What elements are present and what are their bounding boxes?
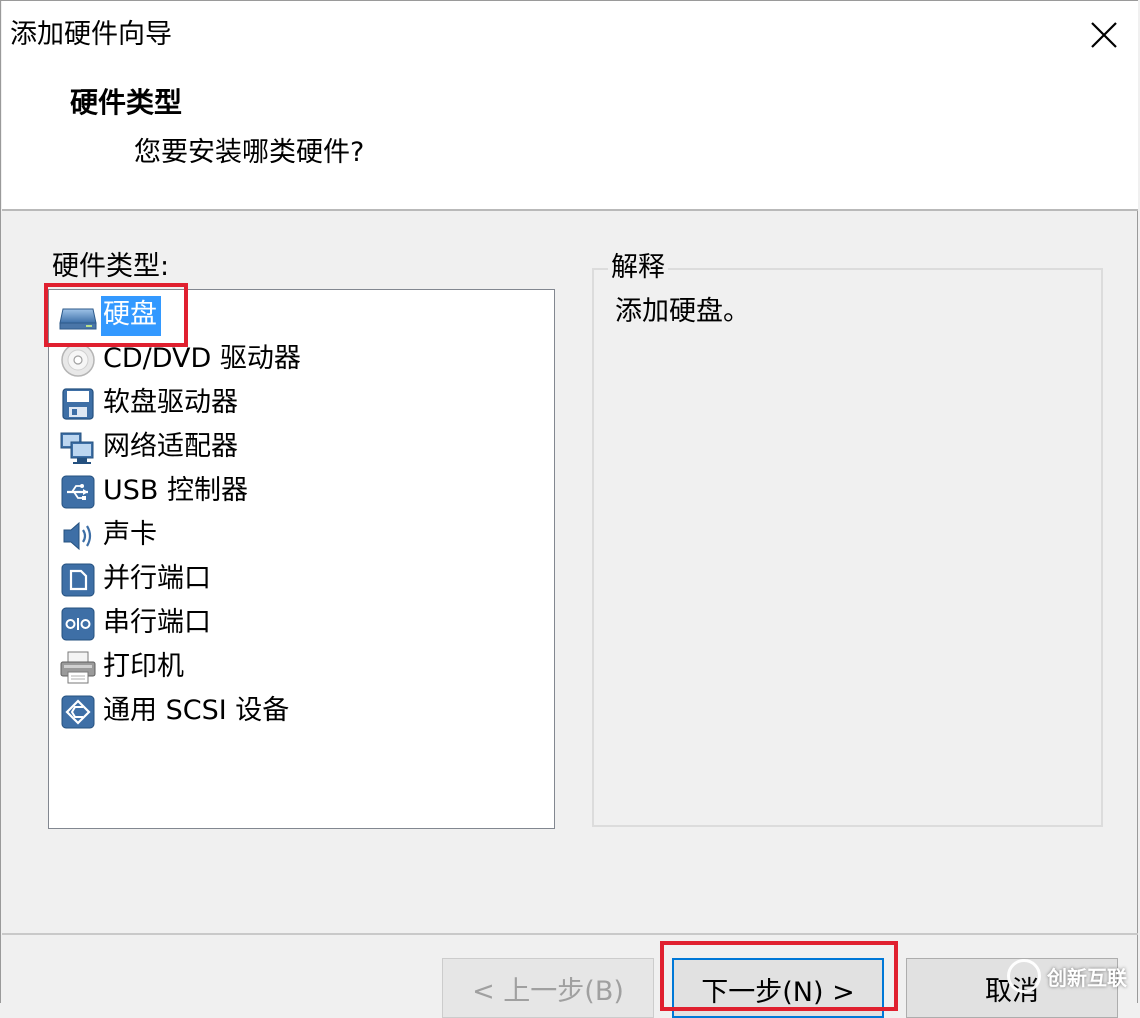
close-button[interactable] xyxy=(1070,1,1138,69)
next-button[interactable]: 下一步(N) > xyxy=(672,958,884,1018)
cd-dvd-icon xyxy=(57,340,99,380)
list-item-printer[interactable]: 打印机 xyxy=(57,646,188,690)
window-title: 添加硬件向导 xyxy=(10,19,172,50)
add-hardware-wizard-window: 添加硬件向导 硬件类型 您要安装哪类硬件? 硬件类型: 硬盘 CD/DVD 驱动… xyxy=(0,0,1138,1018)
list-item-usb-controller[interactable]: USB 控制器 xyxy=(57,470,252,514)
list-item-label: 硬盘 xyxy=(101,296,161,336)
title-bar: 添加硬件向导 xyxy=(2,1,1138,69)
printer-icon xyxy=(57,648,99,688)
list-item-label: 串行端口 xyxy=(103,607,211,638)
explanation-text: 添加硬盘。 xyxy=(615,296,750,327)
hard-disk-icon xyxy=(57,296,99,336)
serial-port-icon xyxy=(57,604,99,644)
watermark-text: 创新互联 xyxy=(1047,965,1127,990)
list-item-floppy[interactable]: 软盘驱动器 xyxy=(57,382,242,426)
back-button[interactable]: < 上一步(B) xyxy=(442,958,654,1018)
list-item-hard-disk[interactable]: 硬盘 xyxy=(57,294,161,338)
list-item-serial-port[interactable]: 串行端口 xyxy=(57,602,215,646)
watermark: 创新互联 xyxy=(1007,959,1127,993)
list-item-label: 声卡 xyxy=(103,519,157,550)
wizard-header: 硬件类型 您要安装哪类硬件? xyxy=(2,69,1138,211)
footer-divider xyxy=(2,933,1138,935)
list-item-scsi-device[interactable]: 通用 SCSI 设备 xyxy=(57,690,293,734)
list-item-label: USB 控制器 xyxy=(103,475,249,506)
watermark-logo-icon xyxy=(1007,959,1041,993)
list-item-label: 网络适配器 xyxy=(103,431,238,462)
explanation-groupbox xyxy=(592,268,1103,827)
hardware-type-list[interactable]: 硬盘 CD/DVD 驱动器 软盘驱动器 网络适配器 USB 控制器 声卡 并行端… xyxy=(48,289,555,829)
list-item-sound-card[interactable]: 声卡 xyxy=(57,514,161,558)
explanation-legend: 解释 xyxy=(608,251,668,285)
list-item-label: 并行端口 xyxy=(103,563,211,594)
list-item-label: 软盘驱动器 xyxy=(103,387,238,418)
floppy-icon xyxy=(57,384,99,424)
list-item-cd-dvd[interactable]: CD/DVD 驱动器 xyxy=(57,338,305,382)
hardware-type-label: 硬件类型: xyxy=(52,251,170,282)
scsi-icon xyxy=(57,692,99,732)
network-adapter-icon xyxy=(57,428,99,468)
sound-card-icon xyxy=(57,516,99,556)
parallel-port-icon xyxy=(57,560,99,600)
list-item-label: CD/DVD 驱动器 xyxy=(103,343,301,374)
list-item-parallel-port[interactable]: 并行端口 xyxy=(57,558,215,602)
list-item-label: 打印机 xyxy=(103,651,184,682)
page-title: 硬件类型 xyxy=(70,86,183,119)
usb-icon xyxy=(57,472,99,512)
list-item-label: 通用 SCSI 设备 xyxy=(103,695,290,726)
close-icon xyxy=(1091,22,1117,48)
list-item-network-adapter[interactable]: 网络适配器 xyxy=(57,426,242,470)
page-subtitle: 您要安装哪类硬件? xyxy=(134,137,365,168)
